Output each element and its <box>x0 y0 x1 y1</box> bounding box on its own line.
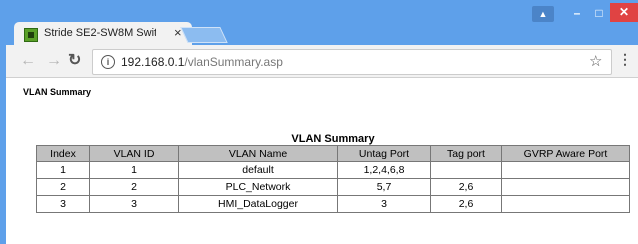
vlan-summary-table: Index VLAN ID VLAN Name Untag Port Tag p… <box>36 145 630 213</box>
url-path: /vlanSummary.asp <box>184 55 283 69</box>
browser-tab[interactable]: Stride SE2-SW8M Switch × <box>14 22 192 45</box>
table-header-row: Index VLAN ID VLAN Name Untag Port Tag p… <box>36 145 630 162</box>
url-host: 192.168.0.1 <box>121 55 185 69</box>
info-icon[interactable]: i <box>101 55 115 69</box>
tab-title: Stride SE2-SW8M Switch <box>44 27 156 39</box>
col-vlan-id: VLAN ID <box>89 145 179 162</box>
browser-toolbar: ← → ↻ i 192.168.0.1/vlanSummary.asp ☆ ⋮ <box>6 45 638 78</box>
cell-tag-port: 2,6 <box>430 195 502 213</box>
cell-tag-port <box>430 161 502 179</box>
cell-vlan-name: default <box>178 161 338 179</box>
reload-icon[interactable]: ↻ <box>68 52 81 70</box>
user-icon[interactable]: ▲ <box>532 6 554 22</box>
kebab-menu-icon[interactable]: ⋮ <box>618 51 632 68</box>
cell-vlan-id: 1 <box>89 161 179 179</box>
cell-index: 3 <box>36 195 90 213</box>
close-icon[interactable]: ✕ <box>610 3 638 22</box>
title-bar: Stride SE2-SW8M Switch × ▲ – □ ✕ <box>0 0 638 45</box>
table-row: 1 1 default 1,2,4,6,8 <box>36 161 630 179</box>
cell-vlan-name: PLC_Network <box>178 178 338 196</box>
cell-tag-port: 2,6 <box>430 178 502 196</box>
address-bar[interactable]: i 192.168.0.1/vlanSummary.asp ☆ <box>92 49 612 75</box>
stride-favicon-icon <box>24 28 38 42</box>
url-text[interactable]: 192.168.0.1/vlanSummary.asp <box>121 55 283 69</box>
browser-window: Stride SE2-SW8M Switch × ▲ – □ ✕ ← → ↻ i… <box>0 0 638 244</box>
cell-untag-port: 1,2,4,6,8 <box>337 161 431 179</box>
cell-index: 2 <box>36 178 90 196</box>
table-row: 2 2 PLC_Network 5,7 2,6 <box>36 178 630 196</box>
col-tag-port: Tag port <box>430 145 502 162</box>
page-title: VLAN Summary <box>23 87 92 97</box>
col-gvrp-aware-port: GVRP Aware Port <box>501 145 630 162</box>
col-untag-port: Untag Port <box>337 145 431 162</box>
cell-index: 1 <box>36 161 90 179</box>
cell-vlan-id: 2 <box>89 178 179 196</box>
maximize-icon[interactable]: □ <box>588 4 610 24</box>
table-caption: VLAN Summary <box>291 133 375 145</box>
cell-vlan-name: HMI_DataLogger <box>178 195 338 213</box>
cell-vlan-id: 3 <box>89 195 179 213</box>
cell-untag-port: 5,7 <box>337 178 431 196</box>
cell-gvrp-aware-port <box>501 178 630 196</box>
minimize-icon[interactable]: – <box>566 4 588 24</box>
col-index: Index <box>36 145 90 162</box>
back-arrow-icon[interactable]: ← <box>20 52 36 70</box>
col-vlan-name: VLAN Name <box>178 145 338 162</box>
star-icon[interactable]: ☆ <box>589 52 602 70</box>
table-row: 3 3 HMI_DataLogger 3 2,6 <box>36 195 630 213</box>
cell-gvrp-aware-port <box>501 195 630 213</box>
new-tab-button[interactable] <box>180 27 228 43</box>
cell-gvrp-aware-port <box>501 161 630 179</box>
forward-arrow-icon[interactable]: → <box>46 52 62 70</box>
page-content: VLAN Summary VLAN Summary Index VLAN ID … <box>6 78 638 244</box>
cell-untag-port: 3 <box>337 195 431 213</box>
